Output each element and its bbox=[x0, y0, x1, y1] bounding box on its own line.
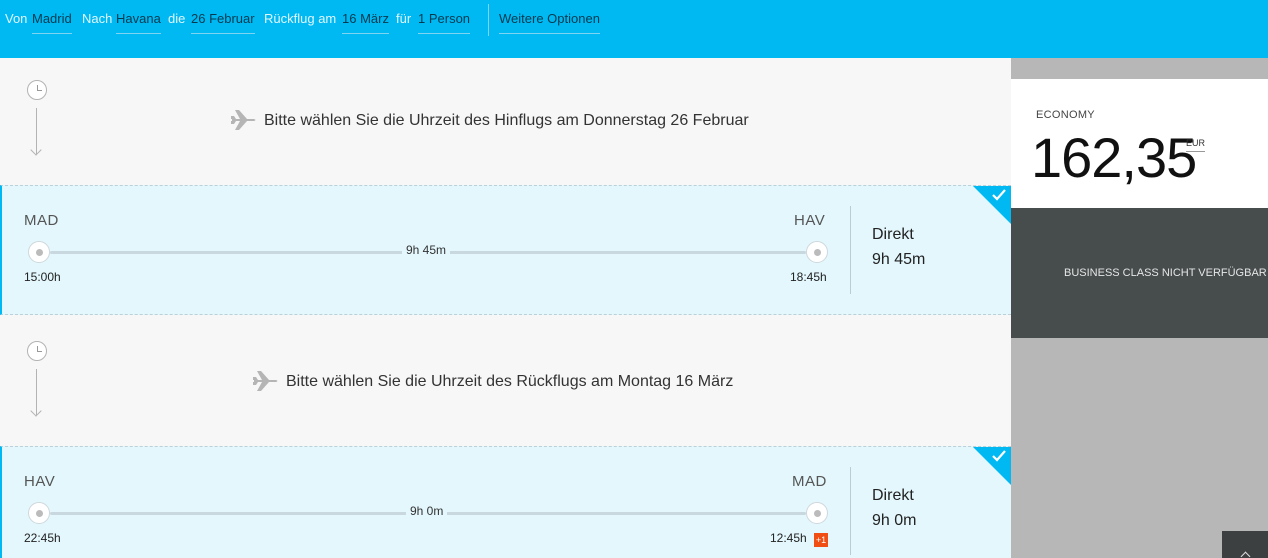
depart-label: die bbox=[168, 11, 186, 26]
arrow-down-icon bbox=[36, 369, 37, 415]
to-label: Nach bbox=[82, 11, 113, 26]
more-options-link[interactable]: Weitere Optionen bbox=[499, 10, 600, 34]
total-duration: 9h 0m bbox=[872, 512, 917, 529]
outbound-prompt: Bitte wählen Sie die Uhrzeit des Hinflug… bbox=[0, 58, 1011, 185]
currency-label: EUR bbox=[1186, 138, 1206, 152]
economy-label: ECONOMY bbox=[1036, 109, 1095, 121]
check-icon bbox=[992, 450, 1006, 462]
from-label: Von bbox=[5, 11, 28, 26]
depart-date-field[interactable]: 26 Februar bbox=[191, 10, 255, 34]
departure-node-icon bbox=[28, 241, 50, 263]
clock-icon bbox=[27, 80, 47, 100]
plane-icon bbox=[231, 110, 256, 130]
departure-time: 22:45h bbox=[24, 531, 61, 545]
stops-label: Direkt bbox=[872, 226, 914, 243]
business-fare-card: BUSINESS CLASS NICHT VERFÜGBAR bbox=[1011, 208, 1268, 338]
flight-divider bbox=[850, 467, 851, 555]
arrow-down-icon bbox=[36, 108, 37, 154]
business-unavailable-text: BUSINESS CLASS NICHT VERFÜGBAR bbox=[1064, 267, 1267, 279]
outbound-prompt-text: Bitte wählen Sie die Uhrzeit des Hinflug… bbox=[264, 112, 749, 129]
from-field[interactable]: Madrid bbox=[32, 10, 72, 34]
flight-selection-panel: Bitte wählen Sie die Uhrzeit des Hinflug… bbox=[0, 58, 1011, 558]
passengers-field[interactable]: 1 Person bbox=[418, 10, 471, 34]
to-field[interactable]: Havana bbox=[116, 10, 161, 34]
arrival-time: 12:45h bbox=[770, 531, 807, 545]
pax-label: für bbox=[396, 11, 412, 26]
flight-divider bbox=[850, 206, 851, 294]
plane-icon bbox=[253, 371, 278, 391]
day-offset-badge: +1 bbox=[814, 533, 828, 547]
arrival-node-icon bbox=[806, 502, 828, 524]
clock-icon bbox=[27, 341, 47, 361]
inbound-flight-option[interactable]: HAV MAD 9h 0m 22:45h 12:45h +1 Direkt 9h… bbox=[0, 446, 1011, 558]
scroll-to-top-button[interactable] bbox=[1222, 531, 1268, 558]
departure-node-icon bbox=[28, 502, 50, 524]
outbound-flight-option[interactable]: MAD HAV 9h 45m 15:00h 18:45h Direkt 9h 4… bbox=[0, 185, 1011, 315]
flight-timeline: 9h 45m bbox=[28, 241, 828, 263]
stops-label: Direkt bbox=[872, 487, 914, 504]
return-label: Rückflug am bbox=[264, 11, 337, 26]
flight-timeline: 9h 0m bbox=[28, 502, 828, 524]
search-summary-bar: Von Madrid Nach Havana die 26 Februar Rü… bbox=[0, 0, 1268, 58]
economy-price: 162,35 bbox=[1031, 126, 1197, 189]
total-duration: 9h 45m bbox=[872, 251, 926, 268]
inbound-prompt-text: Bitte wählen Sie die Uhrzeit des Rückflu… bbox=[286, 373, 734, 390]
check-icon bbox=[992, 189, 1006, 201]
destination-code: MAD bbox=[792, 473, 827, 490]
flight-duration: 9h 0m bbox=[406, 504, 448, 518]
origin-code: HAV bbox=[24, 473, 56, 490]
origin-code: MAD bbox=[24, 212, 59, 229]
departure-time: 15:00h bbox=[24, 270, 61, 284]
bar-divider bbox=[488, 4, 489, 36]
arrival-node-icon bbox=[806, 241, 828, 263]
return-date-field[interactable]: 16 März bbox=[342, 10, 389, 34]
flight-duration: 9h 45m bbox=[402, 243, 451, 257]
economy-fare-card[interactable]: ECONOMY 162,35 EUR bbox=[1011, 79, 1268, 208]
arrival-time: 18:45h bbox=[790, 270, 827, 284]
destination-code: HAV bbox=[794, 212, 826, 229]
inbound-prompt: Bitte wählen Sie die Uhrzeit des Rückflu… bbox=[0, 316, 1011, 443]
